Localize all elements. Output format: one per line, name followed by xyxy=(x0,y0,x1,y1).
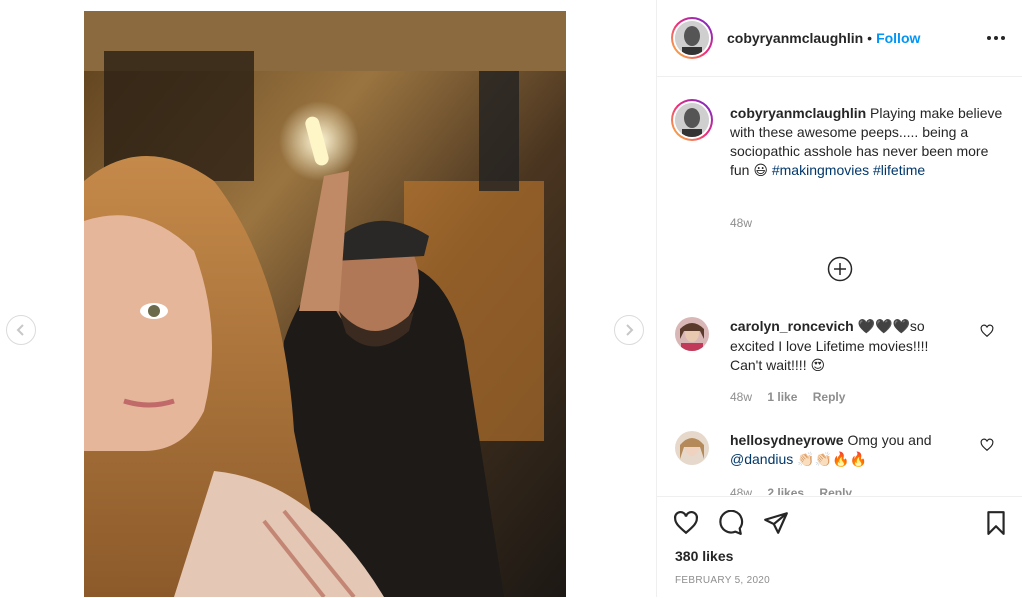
avatar-image xyxy=(675,103,709,137)
like-button[interactable] xyxy=(673,510,699,536)
next-photo-button[interactable] xyxy=(614,315,644,345)
post-header: cobyryanmclaughlin • Follow xyxy=(657,0,1022,77)
comment-time[interactable]: 48w xyxy=(730,390,752,404)
more-options-button[interactable] xyxy=(984,26,1008,50)
save-button[interactable] xyxy=(983,510,1009,536)
post-photo[interactable] xyxy=(84,11,566,597)
avatar-image xyxy=(675,21,709,55)
commenter-username[interactable]: hellosydneyrowe xyxy=(730,432,844,448)
heart-icon xyxy=(674,510,698,535)
comment-button[interactable] xyxy=(718,509,744,536)
load-more-comments-button[interactable] xyxy=(827,256,853,282)
hashtag-makingmovies[interactable]: #makingmovies xyxy=(772,162,869,178)
more-options-icon xyxy=(987,36,1005,40)
author-username[interactable]: cobyryanmclaughlin xyxy=(727,30,863,46)
plus-circle-icon xyxy=(827,256,853,282)
caption-username[interactable]: cobyryanmclaughlin xyxy=(730,105,866,121)
hashtag-lifetime[interactable]: #lifetime xyxy=(873,162,925,178)
comment-emoji: 👏🏻👏🏻🔥🔥 xyxy=(797,452,867,468)
comment-meta: 48w 2 likes Reply xyxy=(730,486,864,495)
reply-button[interactable]: Reply xyxy=(819,486,852,495)
comment-text: hellosydneyrowe Omg you and @dandius 👏🏻👏… xyxy=(730,431,955,470)
comment-emoji: 😍 xyxy=(810,358,826,374)
like-comment-button[interactable] xyxy=(980,324,994,338)
caption-emoji: 😃 xyxy=(753,163,768,179)
comment-text: carolyn_roncevich 🖤🖤🖤so excited I love L… xyxy=(730,317,955,376)
share-button[interactable] xyxy=(763,510,789,536)
comment-meta: 48w 1 like Reply xyxy=(730,390,857,404)
heart-icon xyxy=(980,438,994,452)
commenter-avatar[interactable] xyxy=(675,431,709,465)
comment-time[interactable]: 48w xyxy=(730,486,752,495)
comment-body: Omg you and xyxy=(847,432,932,448)
photo-illustration xyxy=(84,11,566,597)
avatar-image xyxy=(675,317,709,351)
comments-section[interactable]: cobyryanmclaughlin Playing make believe … xyxy=(657,77,1022,495)
caption-author-avatar[interactable] xyxy=(671,99,713,141)
comment-icon xyxy=(719,509,744,535)
likes-count[interactable]: 380 likes xyxy=(675,548,733,564)
heart-icon xyxy=(980,324,994,338)
separator-dot: • xyxy=(867,30,873,46)
reply-button[interactable]: Reply xyxy=(813,390,846,404)
comment-likes[interactable]: 2 likes xyxy=(767,486,804,495)
previous-photo-button[interactable] xyxy=(6,315,36,345)
follow-button[interactable]: Follow xyxy=(876,30,920,46)
paper-plane-icon xyxy=(764,512,788,534)
post-side-panel: cobyryanmclaughlin • Follow cobyryanmcla… xyxy=(656,0,1022,597)
media-area xyxy=(0,0,656,597)
bookmark-icon xyxy=(987,511,1005,535)
like-comment-button[interactable] xyxy=(980,438,994,452)
post-actions: 380 likes FEBRUARY 5, 2020 xyxy=(657,496,1022,598)
comment-mention[interactable]: @dandius xyxy=(730,451,793,467)
avatar-image xyxy=(675,431,709,465)
comment-emoji-hearts: 🖤🖤🖤 xyxy=(857,319,910,335)
author-avatar[interactable] xyxy=(671,17,713,59)
commenter-avatar[interactable] xyxy=(675,317,709,351)
comment-likes[interactable]: 1 like xyxy=(767,390,797,404)
post-date[interactable]: FEBRUARY 5, 2020 xyxy=(675,575,770,586)
caption-time[interactable]: 48w xyxy=(730,216,752,230)
commenter-username[interactable]: carolyn_roncevich xyxy=(730,318,854,334)
chevron-left-icon xyxy=(16,324,24,336)
caption-text: cobyryanmclaughlin Playing make believe … xyxy=(730,104,1005,181)
chevron-right-icon xyxy=(626,324,634,336)
